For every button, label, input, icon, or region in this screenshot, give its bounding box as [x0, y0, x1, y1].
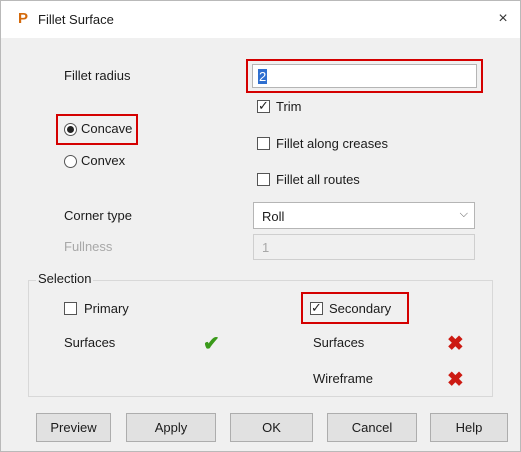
title-bar: P Fillet Surface × — [1, 1, 520, 38]
dialog-title: Fillet Surface — [38, 12, 114, 27]
fillet-all-routes-label: Fillet all routes — [276, 172, 360, 187]
app-logo-icon: P — [17, 10, 28, 27]
ok-button[interactable]: OK — [230, 413, 313, 442]
convex-label: Convex — [81, 153, 126, 168]
chevron-down-icon: ⌵ — [459, 208, 468, 220]
secondary-checkbox[interactable]: ✓ — [310, 300, 323, 315]
left-surfaces-label: Surfaces — [64, 335, 116, 350]
checkmark-icon: ✓ — [258, 98, 269, 113]
corner-type-label: Corner type — [64, 208, 132, 223]
trim-label: Trim — [276, 99, 302, 114]
preview-button[interactable]: Preview — [36, 413, 111, 442]
cancel-button[interactable]: Cancel — [327, 413, 417, 442]
secondary-label: Secondary — [329, 301, 392, 316]
trim-checkbox[interactable]: ✓ — [257, 98, 270, 113]
check-icon: ✔ — [203, 333, 220, 355]
primary-label: Primary — [84, 301, 129, 316]
convex-radio[interactable] — [64, 155, 77, 168]
cross-icon: ✖ — [447, 333, 464, 355]
fillet-radius-input[interactable]: 2 — [252, 64, 477, 88]
fullness-label: Fullness — [64, 239, 113, 254]
concave-radio[interactable] — [64, 123, 77, 136]
selection-group-label: Selection — [36, 271, 94, 286]
fillet-radius-label: Fillet radius — [64, 68, 131, 83]
fillet-all-routes-checkbox[interactable] — [257, 173, 270, 186]
wireframe-label: Wireframe — [313, 371, 373, 386]
fillet-radius-value: 2 — [258, 69, 268, 84]
corner-type-dropdown[interactable]: Roll ⌵ — [253, 202, 475, 229]
corner-type-value: Roll — [262, 209, 285, 224]
right-surfaces-label: Surfaces — [313, 335, 365, 350]
fillet-along-creases-label: Fillet along creases — [276, 136, 388, 151]
apply-button[interactable]: Apply — [126, 413, 216, 442]
concave-label: Concave — [81, 121, 133, 136]
checkmark-icon: ✓ — [311, 300, 322, 315]
cross-icon: ✖ — [447, 369, 464, 391]
close-icon[interactable]: × — [492, 8, 514, 30]
fillet-surface-dialog: P Fillet Surface × Fillet radius 2 ✓ Tri… — [0, 0, 521, 452]
help-button[interactable]: Help — [430, 413, 508, 442]
fullness-value: 1 — [262, 240, 270, 255]
primary-checkbox[interactable] — [64, 302, 77, 315]
fullness-input: 1 — [253, 234, 475, 260]
fillet-along-creases-checkbox[interactable] — [257, 137, 270, 150]
